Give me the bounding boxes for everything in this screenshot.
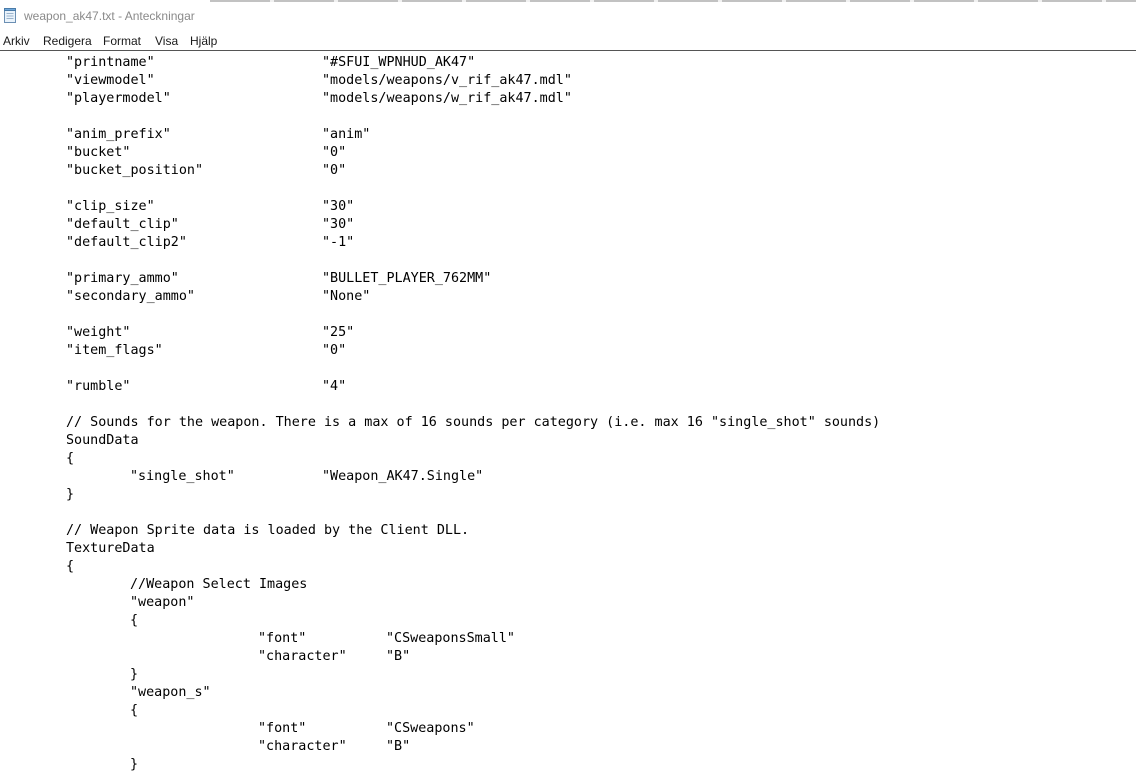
line-text: "weapon" <box>130 595 195 610</box>
line-value: "B" <box>386 739 411 754</box>
line-value: "models/weapons/v_rif_ak47.mdl" <box>322 73 572 88</box>
line-value: "#SFUI_WPNHUD_AK47" <box>322 55 476 70</box>
notepad-icon[interactable] <box>4 8 17 23</box>
line-text: "default_clip" <box>66 217 179 232</box>
line-text: { <box>66 559 75 574</box>
line-value: "30" <box>322 217 355 232</box>
line-value: "-1" <box>322 235 355 250</box>
line-value: "anim" <box>322 127 371 142</box>
line-value: "0" <box>322 163 347 178</box>
line-text: } <box>66 487 75 502</box>
notepad-window: weapon_ak47.txt - Anteckningar Arkiv Red… <box>0 0 1136 783</box>
line-text: "viewmodel" <box>66 73 155 88</box>
line-value: "CSweaponsSmall" <box>386 631 515 646</box>
text-editor[interactable]: "printname" "#SFUI_WPNHUD_AK47" "viewmodel… <box>0 51 1136 783</box>
line-value: "25" <box>322 325 355 340</box>
line-text: "rumble" <box>66 379 131 394</box>
line-value: "0" <box>322 343 347 358</box>
line-text: "printname" <box>66 55 155 70</box>
background-window-edge <box>210 0 1136 2</box>
line-value: "models/weapons/w_rif_ak47.mdl" <box>322 91 572 106</box>
line-text: { <box>66 451 75 466</box>
line-text: "font" <box>258 721 307 736</box>
title-bar: weapon_ak47.txt - Anteckningar <box>0 0 1136 31</box>
line-text: } <box>130 667 139 682</box>
line-text: "weapon_s" <box>130 685 211 700</box>
line-value: "Weapon_AK47.Single" <box>322 469 484 484</box>
line-text: "item_flags" <box>66 343 163 358</box>
line-value: "BULLET_PLAYER_762MM" <box>322 271 492 286</box>
line-value: "4" <box>322 379 347 394</box>
line-text: "bucket" <box>66 145 131 160</box>
line-text: "character" <box>258 739 347 754</box>
line-text: "secondary_ammo" <box>66 289 195 304</box>
menu-redigera[interactable]: Redigera <box>43 34 92 48</box>
line-text: "primary_ammo" <box>66 271 179 286</box>
line-text: "anim_prefix" <box>66 127 171 142</box>
line-text: { <box>130 613 139 628</box>
line-text: { <box>130 703 139 718</box>
line-text: "single_shot" <box>130 469 235 484</box>
line-text: "bucket_position" <box>66 163 204 178</box>
line-text: // Sounds for the weapon. There is a max… <box>66 415 881 430</box>
menu-visa[interactable]: Visa <box>155 34 178 48</box>
window-title: weapon_ak47.txt - Anteckningar <box>24 9 195 23</box>
line-text: } <box>130 757 139 772</box>
line-text: "weight" <box>66 325 131 340</box>
line-text: // Weapon Sprite data is loaded by the C… <box>66 523 470 538</box>
menu-arkiv[interactable]: Arkiv <box>3 34 30 48</box>
menu-format[interactable]: Format <box>103 34 141 48</box>
line-text: SoundData <box>66 433 139 448</box>
menu-hjalp[interactable]: Hjälp <box>190 34 217 48</box>
line-text: "font" <box>258 631 307 646</box>
line-text: //Weapon Select Images <box>130 577 308 592</box>
line-value: "None" <box>322 289 371 304</box>
line-text: "clip_size" <box>66 199 155 214</box>
line-value: "CSweapons" <box>386 721 475 736</box>
menu-bar: Arkiv Redigera Format Visa Hjälp <box>0 31 1136 51</box>
line-text: "character" <box>258 649 347 664</box>
line-value: "B" <box>386 649 411 664</box>
line-value: "0" <box>322 145 347 160</box>
line-text: TextureData <box>66 541 155 556</box>
line-text: "playermodel" <box>66 91 171 106</box>
line-text: "default_clip2" <box>66 235 187 250</box>
line-value: "30" <box>322 199 355 214</box>
